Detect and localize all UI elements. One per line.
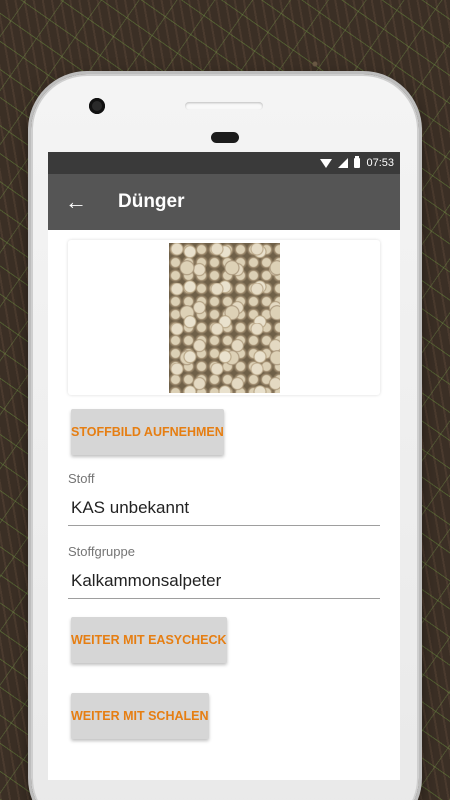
stoffgruppe-field[interactable] (68, 559, 380, 599)
easycheck-button[interactable]: WEITER MIT EASYCHECK (71, 617, 227, 663)
proximity-sensor (211, 132, 239, 143)
schalen-button[interactable]: WEITER MIT SCHALEN (71, 693, 209, 739)
stoff-field[interactable] (68, 486, 380, 526)
earpiece-speaker (185, 102, 263, 110)
take-photo-button[interactable]: STOFFBILD AUFNEHMEN (71, 409, 224, 455)
stoffgruppe-label: Stoffgruppe (68, 544, 135, 559)
status-bar: 07:53 (48, 152, 400, 174)
arrow-left-icon: ← (65, 189, 87, 214)
status-time: 07:53 (366, 157, 394, 169)
stoff-label: Stoff (68, 471, 95, 486)
app-bar: ← Dünger (48, 174, 400, 230)
page-title: Dünger (118, 191, 185, 212)
main-content: STOFFBILD AUFNEHMEN Stoff Stoffgruppe WE… (48, 230, 400, 739)
substance-image-card (68, 240, 380, 395)
wifi-icon (320, 158, 333, 168)
cell-signal-icon (338, 158, 349, 168)
front-camera (89, 98, 105, 114)
fertilizer-granules-photo (168, 242, 280, 393)
battery-icon (354, 156, 361, 168)
app-screen: 07:53 ← Dünger STOFFBILD AUFNEHMEN Stoff… (48, 152, 400, 780)
back-button[interactable]: ← (48, 174, 104, 230)
